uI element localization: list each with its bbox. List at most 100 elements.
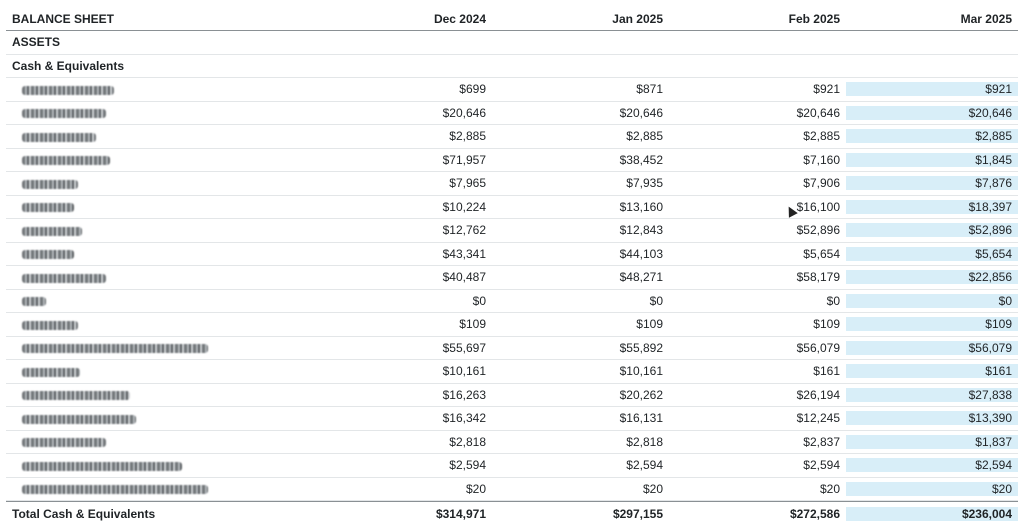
redacted-account-name (22, 226, 82, 236)
account-name (6, 388, 326, 402)
value-mar-2025: $27,838 (846, 387, 1018, 402)
value-jan-2025: $20,262 (619, 387, 663, 402)
account-rows: $699 $871 $921 $921 $20,646 $20,646 $20,646 $20… (6, 78, 1018, 501)
column-header-dec-2024[interactable]: Dec 2024 (326, 12, 492, 26)
assets-label: ASSETS (12, 35, 61, 50)
value-jan-2025: $10,161 (619, 364, 663, 379)
value-jan-2025: $48,271 (619, 270, 663, 285)
value-dec-2024: $109 (459, 317, 486, 332)
total-label: Total Cash & Equivalents (12, 506, 156, 521)
redacted-account-name (22, 203, 74, 213)
value-dec-2024: $16,263 (442, 387, 486, 402)
column-header-mar-2025[interactable]: Mar 2025 (846, 12, 1018, 26)
table-row[interactable]: $0 $0 $0 $0 (6, 290, 1018, 313)
value-feb-2025: $2,594 (803, 458, 840, 473)
value-mar-2025: $7,876 (846, 176, 1018, 191)
value-jan-2025: $38,452 (619, 152, 663, 167)
account-name (6, 411, 326, 425)
value-feb-2025: $161 (813, 364, 840, 379)
balance-sheet-table: BALANCE SHEET Dec 2024 Jan 2025 Feb 2025… (6, 7, 1018, 525)
account-name (6, 435, 326, 449)
redacted-account-name (22, 109, 106, 119)
value-jan-2025: $44,103 (619, 246, 663, 261)
total-dec-2024: $314,971 (435, 506, 486, 521)
value-mar-2025: $2,594 (846, 458, 1018, 473)
table-row[interactable]: $20,646 $20,646 $20,646 $20,646 (6, 102, 1018, 125)
account-name (6, 223, 326, 237)
value-dec-2024: $0 (472, 293, 486, 308)
redacted-account-name (22, 344, 208, 354)
value-feb-2025: $2,885 (803, 129, 840, 144)
account-name (6, 200, 326, 214)
table-row[interactable]: $109 $109 $109 $109 (6, 313, 1018, 337)
assets-section-row: ASSETS (6, 31, 1018, 55)
group-section-row: Cash & Equivalents (6, 55, 1018, 78)
value-dec-2024: $10,161 (442, 364, 486, 379)
redacted-account-name (22, 273, 106, 283)
value-mar-2025: $13,390 (846, 411, 1018, 426)
value-dec-2024: $20,646 (442, 105, 486, 120)
table-row[interactable]: $2,818 $2,818 $2,837 $1,837 (6, 431, 1018, 454)
value-mar-2025: $56,079 (846, 340, 1018, 355)
value-dec-2024: $55,697 (442, 340, 486, 355)
value-mar-2025: $1,837 (846, 434, 1018, 449)
table-row[interactable]: $10,161 $10,161 $161 $161 (6, 360, 1018, 384)
table-row[interactable]: $2,885 $2,885 $2,885 $2,885 (6, 125, 1018, 149)
table-header-row: BALANCE SHEET Dec 2024 Jan 2025 Feb 2025… (6, 7, 1018, 31)
value-dec-2024: $71,957 (442, 152, 486, 167)
table-row[interactable]: $7,965 $7,935 $7,906 $7,876 (6, 172, 1018, 196)
table-row[interactable]: $16,342 $16,131 $12,245 $13,390 (6, 407, 1018, 431)
total-jan-2025: $297,155 (612, 506, 663, 521)
table-row[interactable]: $20 $20 $20 $20 (6, 478, 1018, 501)
redacted-account-name (22, 156, 110, 166)
value-mar-2025: $921 (846, 82, 1018, 97)
column-header-jan-2025[interactable]: Jan 2025 (492, 12, 669, 26)
table-row[interactable]: $43,341 $44,103 $5,654 $5,654 (6, 243, 1018, 266)
table-row[interactable]: $699 $871 $921 $921 (6, 78, 1018, 102)
value-dec-2024: $2,885 (449, 129, 486, 144)
redacted-account-name (22, 461, 182, 471)
total-feb-2025: $272,586 (789, 506, 840, 521)
sheet-title: BALANCE SHEET (12, 11, 115, 26)
table-row[interactable]: $12,762 $12,843 $52,896 $52,896 (6, 219, 1018, 243)
column-header-feb-2025[interactable]: Feb 2025 (669, 12, 846, 26)
value-dec-2024: $699 (459, 82, 486, 97)
total-row: Total Cash & Equivalents $314,971 $297,1… (6, 501, 1018, 525)
value-mar-2025: $2,885 (846, 129, 1018, 144)
value-feb-2025: $12,245 (796, 411, 840, 426)
value-feb-2025: $26,194 (796, 387, 840, 402)
value-feb-2025: $20 (819, 481, 840, 496)
value-jan-2025: $871 (636, 82, 663, 97)
redacted-account-name (22, 250, 74, 260)
table-row[interactable]: $55,697 $55,892 $56,079 $56,079 (6, 337, 1018, 360)
value-dec-2024: $40,487 (442, 270, 486, 285)
account-name (6, 317, 326, 331)
value-feb-2025: $52,896 (796, 223, 840, 238)
value-jan-2025: $13,160 (619, 199, 663, 214)
account-name (6, 364, 326, 378)
value-dec-2024: $20 (465, 481, 486, 496)
table-row[interactable]: $16,263 $20,262 $26,194 $27,838 (6, 384, 1018, 407)
table-row[interactable]: $71,957 $38,452 $7,160 $1,845 (6, 149, 1018, 172)
redacted-account-name (22, 367, 80, 377)
account-name (6, 294, 326, 308)
table-row[interactable]: $10,224 $13,160 $16,100 $18,397 (6, 196, 1018, 219)
value-jan-2025: $2,594 (626, 458, 663, 473)
account-name (6, 129, 326, 143)
account-name (6, 176, 326, 190)
value-dec-2024: $2,818 (449, 434, 486, 449)
table-row[interactable]: $40,487 $48,271 $58,179 $22,856 (6, 266, 1018, 290)
value-mar-2025: $18,397 (846, 199, 1018, 214)
value-mar-2025: $161 (846, 364, 1018, 379)
value-mar-2025: $52,896 (846, 223, 1018, 238)
value-jan-2025: $2,818 (626, 434, 663, 449)
account-name (6, 270, 326, 284)
table-row[interactable]: $2,594 $2,594 $2,594 $2,594 (6, 454, 1018, 478)
redacted-account-name (22, 132, 96, 142)
redacted-account-name (22, 297, 46, 307)
value-jan-2025: $2,885 (626, 129, 663, 144)
account-name (6, 82, 326, 96)
value-mar-2025: $1,845 (846, 152, 1018, 167)
value-feb-2025: $7,906 (803, 176, 840, 191)
value-mar-2025: $5,654 (846, 246, 1018, 261)
